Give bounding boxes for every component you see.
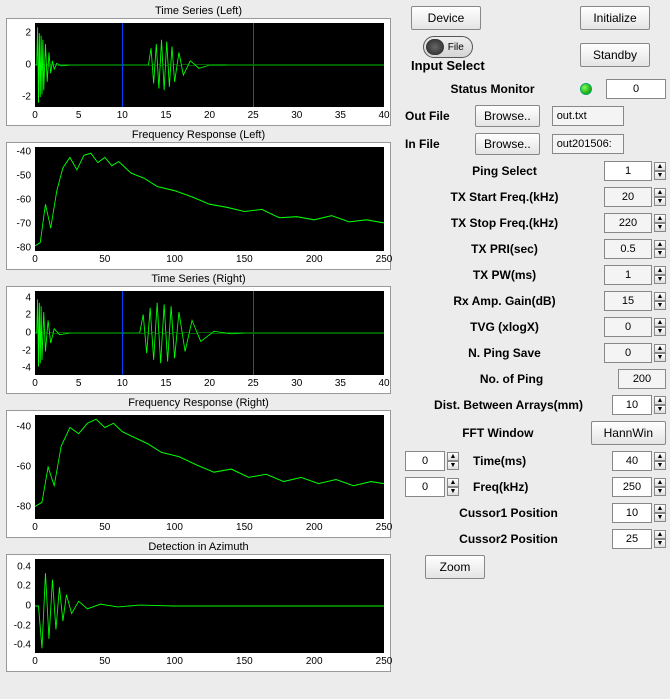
file-toggle-label: File [448, 42, 464, 53]
freq-khz-input[interactable] [612, 477, 652, 497]
cursor1-line[interactable] [122, 23, 123, 107]
plot-ts-left: Time Series (Left) 2 0 -2 05 [6, 4, 391, 126]
plot-fr-left: Frequency Response (Left) -40-50 -60-70 … [6, 128, 391, 270]
plot-title: Frequency Response (Right) [6, 396, 391, 410]
plot-title: Time Series (Right) [6, 272, 391, 286]
zoom-button[interactable]: Zoom [425, 555, 485, 579]
in-file-browse-button[interactable]: Browse.. [475, 133, 540, 155]
fft-window-label: FFT Window [405, 426, 591, 440]
in-file-field[interactable] [552, 134, 624, 154]
plot-fr-right: Frequency Response (Right) -40 -60 -80 0… [6, 396, 391, 538]
plot-frame[interactable]: 2 0 -2 05 1015 2025 3035 [6, 18, 391, 126]
plot-ts-right: Time Series (Right) 42 0-2 -4 05 [6, 272, 391, 394]
input-source-toggle[interactable]: File [423, 36, 473, 58]
plot-frame[interactable]: -40 -60 -80 050 100150 200250 [6, 410, 391, 538]
out-file-label: Out File [405, 109, 475, 123]
rx-gain-input[interactable] [604, 291, 652, 311]
status-led-icon [580, 83, 592, 95]
time-ms-label: Time(ms) [459, 454, 540, 468]
tx-pw-input[interactable] [604, 265, 652, 285]
ping-select-input[interactable] [604, 161, 652, 181]
plot-azimuth: Detection in Azimuth 0.40.2 0-0.2 -0.4 0… [6, 540, 391, 672]
tx-pri-input[interactable] [604, 239, 652, 259]
n-ping-save-input[interactable] [604, 343, 652, 363]
n-ping-save-spinner[interactable]: ▲▼ [654, 344, 666, 362]
tx-start-input[interactable] [604, 187, 652, 207]
cursor2-line[interactable] [253, 23, 254, 107]
controls-panel: Device Initialize File Input Select Stan… [395, 0, 670, 699]
initialize-button[interactable]: Initialize [580, 6, 650, 30]
tx-stop-input[interactable] [604, 213, 652, 233]
no-of-ping-input [618, 369, 666, 389]
tx-pw-label: TX PW(ms) [405, 268, 604, 282]
cursor1-input[interactable] [612, 503, 652, 523]
time-offset-spinner[interactable]: ▲▼ [447, 452, 459, 470]
out-file-field[interactable] [552, 106, 624, 126]
tx-stop-label: TX Stop Freq.(kHz) [405, 216, 604, 230]
dist-arrays-label: Dist. Between Arrays(mm) [405, 398, 612, 412]
cursor1-spinner[interactable]: ▲▼ [654, 504, 666, 522]
plot-frame[interactable]: 42 0-2 -4 05 1015 2025 3035 [6, 286, 391, 394]
plot-title: Detection in Azimuth [6, 540, 391, 554]
y-axis: 2 0 -2 [7, 23, 33, 107]
plot-canvas [35, 23, 384, 107]
status-monitor-label: Status Monitor [405, 82, 580, 96]
freq-khz-spinner[interactable]: ▲▼ [654, 478, 666, 496]
tx-pri-spinner[interactable]: ▲▼ [654, 240, 666, 258]
status-field [606, 79, 666, 99]
dist-arrays-spinner[interactable]: ▲▼ [654, 396, 666, 414]
cursor1-label: Cussor1 Position [405, 506, 612, 520]
tx-start-spinner[interactable]: ▲▼ [654, 188, 666, 206]
plot-frame[interactable]: 0.40.2 0-0.2 -0.4 050 100150 200250 [6, 554, 391, 672]
ping-select-label: Ping Select [405, 164, 604, 178]
n-ping-save-label: N. Ping Save [405, 346, 604, 360]
time-offset-input[interactable] [405, 451, 445, 471]
cursor2-label: Cussor2 Position [405, 532, 612, 546]
freq-khz-label: Freq(kHz) [459, 480, 542, 494]
freq-offset-spinner[interactable]: ▲▼ [447, 478, 459, 496]
out-file-browse-button[interactable]: Browse.. [475, 105, 540, 127]
tvg-spinner[interactable]: ▲▼ [654, 318, 666, 336]
fft-window-button[interactable]: HannWin [591, 421, 666, 445]
rx-gain-spinner[interactable]: ▲▼ [654, 292, 666, 310]
standby-button[interactable]: Standby [580, 43, 650, 67]
time-ms-spinner[interactable]: ▲▼ [654, 452, 666, 470]
time-ms-input[interactable] [612, 451, 652, 471]
plot-title: Frequency Response (Left) [6, 128, 391, 142]
tx-start-label: TX Start Freq.(kHz) [405, 190, 604, 204]
tx-pri-label: TX PRI(sec) [405, 242, 604, 256]
ping-select-spinner[interactable]: ▲▼ [654, 162, 666, 180]
cursor2-spinner[interactable]: ▲▼ [654, 530, 666, 548]
plot-title: Time Series (Left) [6, 4, 391, 18]
tvg-input[interactable] [604, 317, 652, 337]
cursor1-line[interactable] [122, 291, 123, 375]
dist-arrays-input[interactable] [612, 395, 652, 415]
plot-frame[interactable]: -40-50 -60-70 -80 050 100150 200250 [6, 142, 391, 270]
plots-panel: Time Series (Left) 2 0 -2 05 [0, 0, 395, 699]
tx-pw-spinner[interactable]: ▲▼ [654, 266, 666, 284]
cursor2-input[interactable] [612, 529, 652, 549]
x-axis: 05 1015 2025 3035 40 [35, 109, 384, 125]
tvg-label: TVG (xlogX) [405, 320, 604, 334]
rx-gain-label: Rx Amp. Gain(dB) [405, 294, 604, 308]
input-select-label: Input Select [411, 58, 485, 73]
cursor2-line[interactable] [253, 291, 254, 375]
freq-offset-input[interactable] [405, 477, 445, 497]
tx-stop-spinner[interactable]: ▲▼ [654, 214, 666, 232]
device-button[interactable]: Device [411, 6, 481, 30]
in-file-label: In File [405, 137, 475, 151]
no-of-ping-label: No. of Ping [405, 372, 618, 386]
